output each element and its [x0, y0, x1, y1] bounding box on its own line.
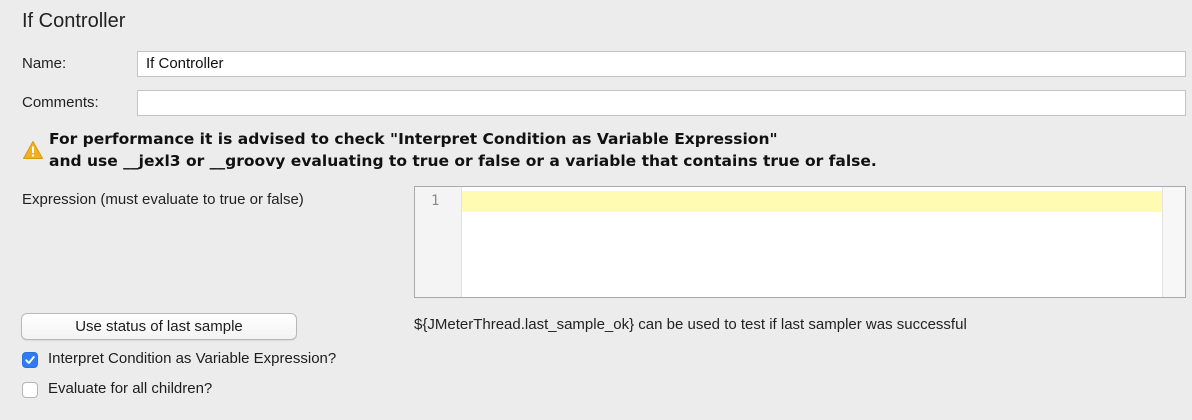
- line-number: 1: [431, 193, 440, 209]
- evaluate-all-children-label: Evaluate for all children?: [48, 380, 213, 397]
- use-status-last-sample-button[interactable]: Use status of last sample: [21, 313, 297, 340]
- panel-title: If Controller: [22, 10, 126, 32]
- editor-scrollbar[interactable]: [1162, 187, 1185, 297]
- evaluate-all-children-checkbox[interactable]: [22, 382, 38, 398]
- performance-warning: For performance it is advised to check "…: [22, 128, 1182, 174]
- interpret-condition-checkbox[interactable]: [22, 352, 38, 368]
- warning-line-1: For performance it is advised to check "…: [49, 130, 778, 148]
- warning-triangle-icon: [22, 140, 44, 160]
- editor-current-line[interactable]: [462, 191, 1163, 212]
- interpret-condition-label: Interpret Condition as Variable Expressi…: [48, 350, 337, 367]
- name-input[interactable]: If Controller: [137, 51, 1186, 77]
- warning-line-2: and use __jexl3 or __groovy evaluating t…: [49, 152, 877, 170]
- name-label: Name:: [22, 55, 67, 72]
- comments-label: Comments:: [22, 94, 99, 111]
- expression-label: Expression (must evaluate to true or fal…: [22, 191, 304, 208]
- editor-gutter: 1: [415, 187, 462, 297]
- checkmark-icon: [25, 356, 35, 364]
- warning-text: For performance it is advised to check "…: [49, 128, 877, 172]
- expression-editor[interactable]: 1: [414, 186, 1186, 298]
- last-sample-hint: ${JMeterThread.last_sample_ok} can be us…: [414, 316, 967, 333]
- comments-input[interactable]: [137, 90, 1186, 116]
